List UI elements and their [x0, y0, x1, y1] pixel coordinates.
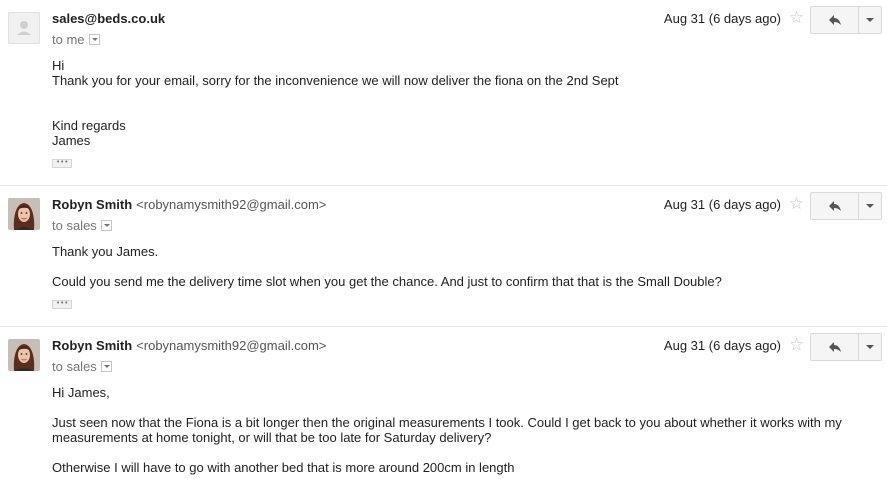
body-line: James [52, 133, 91, 148]
generic-person-icon [17, 21, 31, 35]
sender-email: <robynamysmith92@gmail.com> [136, 338, 327, 353]
sender-email: <robynamysmith92@gmail.com> [136, 197, 327, 212]
body-line: Hi James, [52, 385, 110, 400]
star-icon[interactable]: ☆ [788, 195, 805, 212]
chevron-down-icon [866, 18, 874, 22]
profile-photo [8, 339, 40, 371]
body-line: measurements at home tonight, or will th… [52, 430, 492, 445]
body-line: Kind regards [52, 118, 126, 133]
recipient-details-dropdown[interactable] [88, 34, 100, 46]
reply-button-group [810, 6, 882, 34]
star-icon[interactable]: ☆ [788, 9, 805, 26]
message-2: Robyn Smith <robynamysmith92@gmail.com> t… [0, 186, 887, 326]
message-date: Aug 31 (6 days ago) [663, 338, 781, 353]
sender: sales@beds.co.uk [52, 11, 165, 26]
recipient-line: to sales [52, 218, 112, 233]
sender: Robyn Smith <robynamysmith92@gmail.com> [52, 197, 326, 212]
sender-name: sales@beds.co.uk [52, 11, 166, 26]
sender-name: Robyn Smith [52, 338, 133, 353]
sender: Robyn Smith <robynamysmith92@gmail.com> [52, 338, 326, 353]
message-1: sales@beds.co.uk to me Aug 31 (6 days ag… [0, 0, 887, 185]
body-line: Otherwise I will have to go with another… [52, 460, 515, 475]
chevron-down-icon [866, 204, 874, 208]
message-body: Hi James, Just seen now that the Fiona i… [52, 385, 852, 475]
avatar [8, 198, 40, 230]
message-date: Aug 31 (6 days ago) [663, 11, 781, 26]
more-options-button[interactable] [859, 333, 882, 361]
show-trimmed-content-button[interactable] [52, 296, 72, 311]
body-line: Just seen now that the Fiona is a bit lo… [52, 415, 842, 430]
more-options-button[interactable] [859, 6, 882, 34]
avatar [8, 339, 40, 371]
recipient-line: to me [52, 32, 100, 47]
recipient-details-dropdown[interactable] [100, 220, 112, 232]
reply-icon [828, 342, 841, 352]
body-line: Hi [52, 58, 65, 73]
body-line: Could you send me the delivery time slot… [52, 274, 722, 289]
reply-button-group [810, 192, 882, 220]
body-line: Thank you James. [52, 244, 159, 259]
recipient-line: to sales [52, 359, 112, 374]
recipient-details-dropdown[interactable] [100, 361, 112, 373]
message-body: Thank you James. Could you send me the d… [52, 244, 852, 312]
reply-button[interactable] [810, 6, 859, 34]
message-date: Aug 31 (6 days ago) [663, 197, 781, 212]
recipient-text: to sales [52, 359, 97, 374]
message-body: Hi Thank you for your email, sorry for t… [52, 58, 852, 171]
more-options-button[interactable] [859, 192, 882, 220]
sender-name: Robyn Smith [52, 197, 133, 212]
avatar [8, 12, 40, 44]
email-thread: sales@beds.co.uk to me Aug 31 (6 days ag… [0, 0, 887, 479]
show-trimmed-content-button[interactable] [52, 155, 72, 170]
profile-photo [8, 198, 40, 230]
chevron-down-icon [866, 345, 874, 349]
reply-icon [828, 15, 841, 25]
recipient-text: to me [52, 32, 85, 47]
message-3: Robyn Smith <robynamysmith92@gmail.com> t… [0, 327, 887, 479]
reply-icon [828, 201, 841, 211]
reply-button[interactable] [810, 333, 859, 361]
reply-button[interactable] [810, 192, 859, 220]
reply-button-group [810, 333, 882, 361]
body-line: Thank you for your email, sorry for the … [52, 73, 619, 88]
star-icon[interactable]: ☆ [788, 336, 805, 353]
recipient-text: to sales [52, 218, 97, 233]
